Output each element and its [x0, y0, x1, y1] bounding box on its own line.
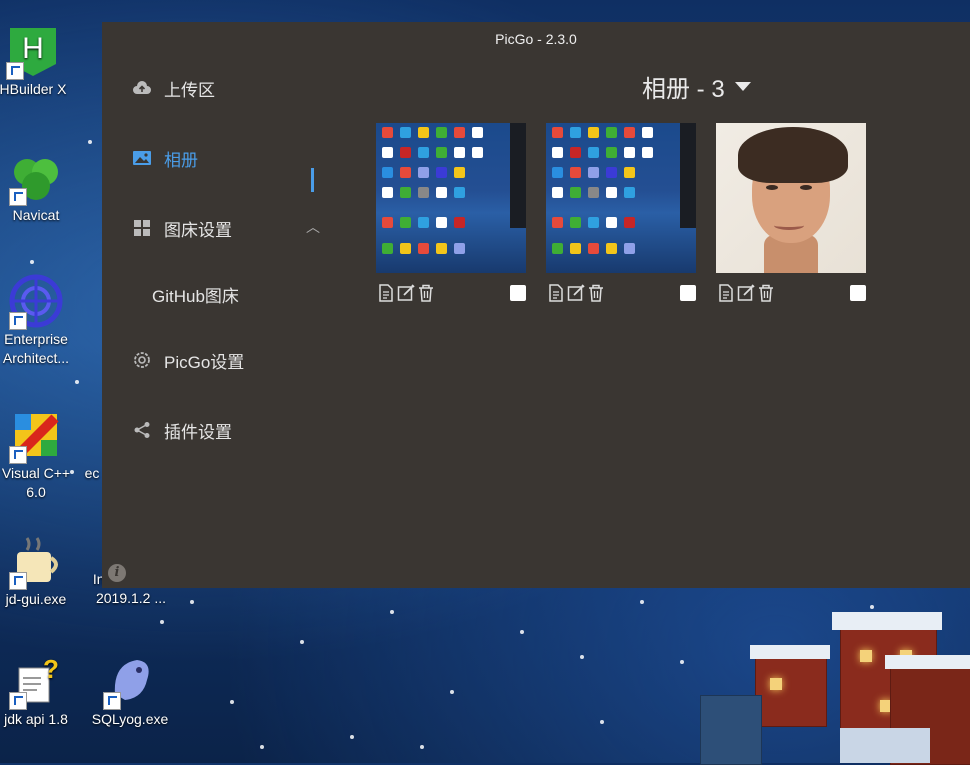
desktop-icon-enterprise-architect[interactable]: Enterprise Architect... [0, 274, 79, 368]
sidebar-item-github[interactable]: GitHub图床 [152, 279, 342, 309]
picgo-window[interactable]: PicGo - 2.3.0 上传区 相册 图床设置 ︿ GitHub图床 Pic… [102, 22, 970, 588]
gallery-item[interactable] [376, 123, 526, 305]
sidebar-item-upload[interactable]: 上传区 [132, 73, 322, 103]
shortcut-arrow-icon [9, 692, 27, 710]
cloud-upload-icon [132, 78, 152, 98]
delete-icon[interactable] [756, 283, 776, 303]
desktop-icon-label: jdk api 1.8 [4, 711, 68, 727]
share-icon [132, 420, 152, 440]
image-thumbnail[interactable] [376, 123, 526, 273]
copy-link-icon[interactable] [376, 283, 396, 303]
select-checkbox[interactable] [510, 285, 526, 301]
desktop-icon-label: Enterprise Architect... [2, 331, 70, 366]
item-actions [546, 281, 696, 305]
delete-icon[interactable] [586, 283, 606, 303]
sidebar-item-picgo-settings[interactable]: PicGo设置 [132, 345, 322, 375]
active-indicator [311, 168, 314, 192]
sidebar: 上传区 相册 图床设置 ︿ GitHub图床 PicGo设置 插件设置 i [102, 56, 332, 588]
sidebar-item-label: GitHub图床 [152, 286, 239, 306]
gallery-item[interactable] [546, 123, 696, 305]
desktop-icon-label: HBuilder X [0, 81, 67, 97]
shortcut-arrow-icon [103, 692, 121, 710]
edit-icon[interactable] [736, 283, 756, 303]
visual-cpp-icon [9, 408, 63, 464]
shortcut-arrow-icon [6, 62, 24, 80]
delete-icon[interactable] [416, 283, 436, 303]
shortcut-arrow-icon [9, 188, 27, 206]
item-actions [376, 281, 526, 305]
sidebar-item-label: 上传区 [164, 80, 215, 100]
desktop-icon-sqlyog[interactable]: SQLyog.exe [87, 654, 173, 729]
desktop-icon-jdk-api[interactable]: ? jdk api 1.8 [0, 654, 79, 729]
desktop-icon-label: Navicat [12, 207, 60, 223]
edit-icon[interactable] [396, 283, 416, 303]
grid-icon [132, 218, 152, 238]
sqlyog-icon [103, 654, 157, 710]
sidebar-item-label: 插件设置 [164, 422, 232, 442]
shortcut-arrow-icon [9, 446, 27, 464]
select-checkbox[interactable] [680, 285, 696, 301]
shortcut-arrow-icon [9, 312, 27, 330]
copy-link-icon[interactable] [546, 283, 566, 303]
gear-icon [132, 350, 152, 370]
village-scene [700, 600, 970, 765]
svg-text:?: ? [43, 654, 59, 684]
svg-text:H: H [22, 32, 44, 65]
hbuilder-icon: H [6, 24, 60, 80]
gallery-item[interactable] [716, 123, 866, 305]
sidebar-item-plugin-settings[interactable]: 插件设置 [132, 415, 322, 445]
desktop-icon-jd-gui[interactable]: jd-gui.exe [0, 534, 79, 609]
enterprise-architect-icon [9, 274, 63, 330]
caret-down-icon [734, 82, 751, 91]
item-actions [716, 281, 866, 305]
image-icon [132, 148, 152, 168]
sidebar-item-label: PicGo设置 [164, 352, 245, 372]
chevron-up-icon: ︿ [306, 219, 320, 235]
desktop-icon-label: jd-gui.exe [5, 591, 67, 607]
shortcut-arrow-icon [9, 572, 27, 590]
image-thumbnail[interactable] [546, 123, 696, 273]
sidebar-item-label: 图床设置 [164, 220, 232, 240]
info-icon[interactable]: i [108, 564, 126, 582]
sidebar-item-picbed-settings[interactable]: 图床设置 ︿ [132, 213, 322, 243]
edit-icon[interactable] [566, 283, 586, 303]
desktop-icon-hbuilderx[interactable]: H HBuilder X [0, 24, 76, 99]
copy-link-icon[interactable] [716, 283, 736, 303]
jdk-api-icon: ? [9, 654, 63, 710]
gallery-title: 相册 - 3 [642, 76, 725, 103]
jd-gui-icon [9, 534, 63, 590]
window-title: PicGo - 2.3.0 [495, 31, 577, 47]
image-thumbnail[interactable] [716, 123, 866, 273]
gallery-title-dropdown[interactable]: 相册 - 3 [642, 69, 751, 104]
desktop-icon-label: SQLyog.exe [91, 711, 169, 727]
select-checkbox[interactable] [850, 285, 866, 301]
sidebar-item-label: 相册 [164, 150, 198, 170]
navicat-icon [9, 150, 63, 206]
desktop-icon-navicat[interactable]: Navicat [0, 150, 79, 225]
sidebar-item-gallery[interactable]: 相册 [132, 143, 322, 173]
